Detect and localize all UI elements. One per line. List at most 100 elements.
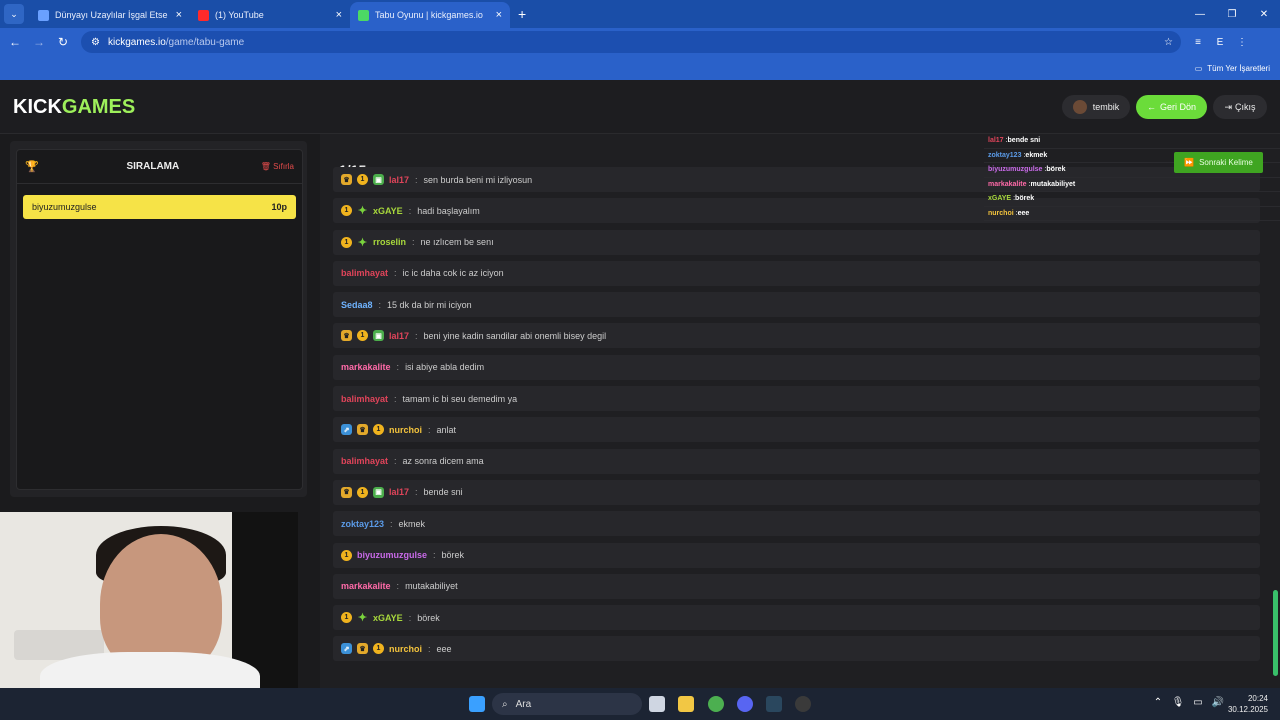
url-field[interactable]: ⚙ kickgames.io/game/tabu-game ☆ <box>81 31 1181 53</box>
chat-username[interactable]: lal17 <box>389 487 409 497</box>
overlay-text: ekmek <box>1025 151 1048 159</box>
chat-text: börek <box>441 550 465 561</box>
chevron-up-icon[interactable]: ⌃ <box>1148 697 1168 708</box>
system-tray: ⌃ 🎙 ▭ 🔊 <box>1148 697 1228 708</box>
volume-icon[interactable]: 🔊 <box>1208 697 1228 708</box>
chat-separator: : <box>408 205 412 216</box>
browser-tab[interactable]: Tabu Oyunu | kickgames.io × <box>350 2 510 28</box>
gift-badge-icon: ▣ <box>373 330 384 342</box>
chat-separator: : <box>394 268 397 279</box>
network-icon[interactable]: ▭ <box>1188 697 1208 708</box>
coin-badge-icon: 1 <box>373 424 384 436</box>
minimize-button[interactable]: — <box>1184 0 1216 28</box>
browser-tab[interactable]: Dünyayı Uzaylılar İşgal Etse İlk N × <box>30 2 190 28</box>
chat-username[interactable]: balimhayat <box>341 456 388 466</box>
obs-icon[interactable] <box>795 696 811 712</box>
chat-message: 1 ✦ rroselin: ne ızlıcem be senı <box>333 229 1260 255</box>
chat-message: 1 ✦ xGAYE: börek <box>333 605 1260 631</box>
chat-username[interactable]: biyuzumuzgulse <box>357 550 427 560</box>
tab-close-icon[interactable]: × <box>176 9 182 21</box>
chat-username[interactable]: xGAYE <box>373 206 403 216</box>
chat-text: anlat <box>436 424 457 435</box>
tab-title: Dünyayı Uzaylılar İşgal Etse İlk N <box>55 10 170 20</box>
chat-username[interactable]: nurchoi <box>389 644 422 654</box>
maximize-button[interactable]: ❐ <box>1216 0 1248 28</box>
chat-username[interactable]: zoktay123 <box>341 519 384 529</box>
close-window-button[interactable]: ✕ <box>1248 0 1280 28</box>
coin-badge-icon: 1 <box>341 205 352 217</box>
back-button[interactable]: ← Geri Dön <box>1136 95 1207 119</box>
chrome-icon[interactable] <box>708 696 724 712</box>
chat-separator: : <box>390 518 393 529</box>
chat-message: ♛ 1 ▣ lal17: beni yine kadin sandilar abi on… <box>333 323 1260 349</box>
chat-text: 15 dk da bir mi iciyon <box>387 299 472 310</box>
chat-username[interactable]: Sedaa8 <box>341 300 373 310</box>
tab-close-icon[interactable]: × <box>496 9 502 21</box>
url-path: /game/tabu-game <box>165 36 245 48</box>
tab-title: (1) YouTube <box>215 10 264 20</box>
overlay-text: mutakabiliyet <box>1030 180 1076 188</box>
ranking-row: biyuzumuzgulse 10p <box>23 195 296 219</box>
browser-tab[interactable]: (1) YouTube × <box>190 2 350 28</box>
site-logo[interactable]: KICKGAMES <box>13 96 135 119</box>
chat-separator: : <box>428 643 431 654</box>
gift-badge-icon: ▣ <box>373 486 384 498</box>
site-info-icon[interactable]: ⚙ <box>91 37 100 48</box>
bookmark-star-icon[interactable]: ☆ <box>1164 37 1173 48</box>
chat-username[interactable]: nurchoi <box>389 425 422 435</box>
chat-username[interactable]: balimhayat <box>341 268 388 278</box>
chat-username[interactable]: rroselin <box>373 237 406 247</box>
chat-separator: : <box>396 362 400 373</box>
overlay-message: xGAYE: börek <box>984 192 1280 207</box>
coin-badge-icon: 1 <box>341 612 352 624</box>
tab-close-icon[interactable]: × <box>336 9 342 21</box>
webcam-feed <box>0 512 298 688</box>
chat-separator: : <box>433 550 436 561</box>
blue-badge-icon: ⇗ <box>341 424 352 436</box>
reset-label: Sıfırla <box>273 162 294 171</box>
new-tab-button[interactable]: + <box>518 6 526 22</box>
reload-icon[interactable]: ↻ <box>51 35 75 49</box>
chat-username[interactable]: markakalite <box>341 581 391 591</box>
exit-label: Çıkış <box>1235 102 1256 112</box>
overlay-username: xGAYE <box>988 195 1012 203</box>
exit-button[interactable]: ⇥ Çıkış <box>1213 95 1267 119</box>
chat-username[interactable]: balimhayat <box>341 394 388 404</box>
overlay-message: nurchoi: eee <box>984 207 1280 221</box>
chat-username[interactable]: xGAYE <box>373 613 403 623</box>
chat-username[interactable]: lal17 <box>389 331 409 341</box>
logo-kick: KICK <box>13 96 62 118</box>
chat-text: isi abiye abla dedim <box>405 362 485 373</box>
scrollbar-thumb[interactable] <box>1273 590 1278 676</box>
chat-separator: : <box>415 174 418 185</box>
chat-username[interactable]: markakalite <box>341 362 391 372</box>
start-icon[interactable] <box>469 696 485 712</box>
coin-badge-icon: 1 <box>357 174 368 185</box>
ranking-title: SIRALAMA <box>126 161 180 172</box>
taskbar-search[interactable]: ⌕ Ara <box>492 693 642 715</box>
discord-icon[interactable] <box>737 696 753 712</box>
chat-username[interactable]: lal17 <box>389 175 409 185</box>
reset-button[interactable]: 🗑 Sıfırla <box>261 162 294 171</box>
menu-icon[interactable]: ⋮ <box>1231 37 1253 48</box>
chat-message: zoktay123: ekmek <box>333 511 1260 537</box>
back-nav-icon[interactable]: ← <box>3 35 27 49</box>
search-label: Ara <box>515 698 532 710</box>
forward-nav-icon[interactable]: → <box>27 35 51 49</box>
media-controls-icon[interactable]: ≡ <box>1187 37 1209 48</box>
file-explorer-icon[interactable] <box>678 696 694 712</box>
user-button[interactable]: tembik <box>1062 95 1130 119</box>
steam-icon[interactable] <box>766 696 782 712</box>
clock[interactable]: 20:24 30.12.2025 <box>1228 693 1268 715</box>
overlay-username: zoktay123 <box>988 151 1022 159</box>
overlay-message: lal17: bende sni <box>984 134 1280 149</box>
coin-badge-icon: 1 <box>373 643 384 655</box>
chat-separator: : <box>428 424 431 435</box>
profile-icon[interactable]: E <box>1209 37 1231 48</box>
task-view-icon[interactable] <box>649 696 665 712</box>
next-word-button[interactable]: ⏩ Sonraki Kelime <box>1174 152 1263 173</box>
chat-message: ⇗ ♛ 1 nurchoi: anlat <box>333 417 1260 443</box>
all-bookmarks-link[interactable]: Tüm Yer İşaretleri <box>1207 64 1270 73</box>
tab-list-button[interactable]: ⌄ <box>4 4 24 24</box>
microphone-icon[interactable]: 🎙 <box>1168 697 1188 708</box>
